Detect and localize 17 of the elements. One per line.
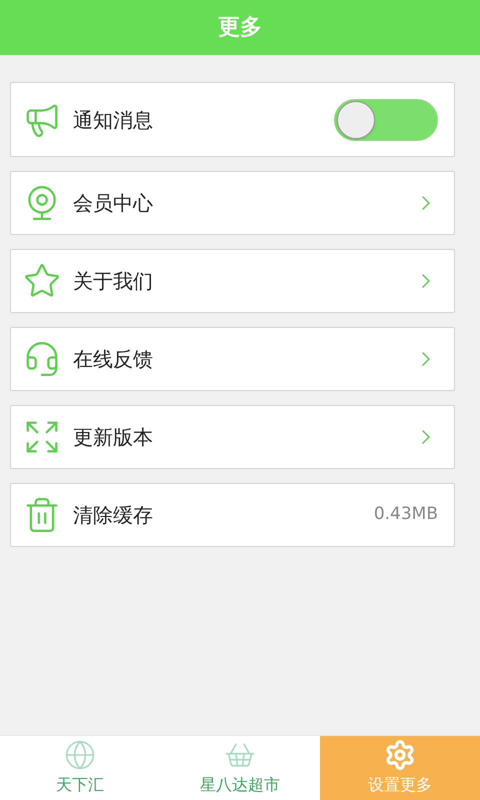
row-label: 关于我们 — [73, 268, 154, 295]
row-label: 通知消息 — [73, 106, 154, 134]
settings-row[interactable]: 在线反馈 — [10, 327, 455, 391]
row-label: 更新版本 — [73, 424, 154, 451]
settings-row[interactable]: 会员中心 — [10, 171, 455, 235]
row-label: 在线反馈 — [73, 346, 154, 373]
globe-icon — [64, 739, 96, 771]
toggle-switch[interactable] — [334, 98, 438, 140]
settings-icon — [384, 739, 416, 771]
row-label: 清除缓存 — [73, 502, 154, 529]
cache-size: 0.43MB — [374, 503, 438, 526]
page-title: 更多 — [218, 14, 262, 42]
settings-row[interactable]: 通知消息 — [10, 82, 455, 157]
settings-row[interactable]: 清除缓存 0.43MB — [10, 483, 455, 547]
settings-row[interactable]: 关于我们 — [10, 249, 455, 313]
settings-row[interactable]: 更新版本 — [10, 405, 455, 469]
row-label: 会员中心 — [73, 190, 154, 217]
